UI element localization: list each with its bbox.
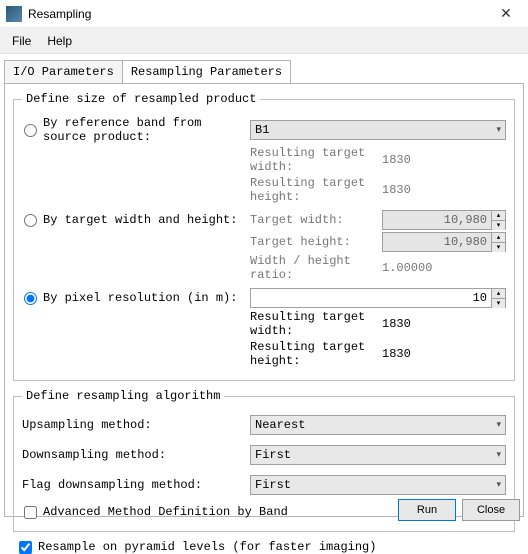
tabs: I/O Parameters Resampling Parameters xyxy=(4,60,524,83)
label-upsampling: Upsampling method: xyxy=(22,418,250,432)
target-width-spinner[interactable]: ▴▾ xyxy=(492,210,506,230)
close-icon[interactable]: ✕ xyxy=(490,2,522,26)
label-by-target-wh: By target width and height: xyxy=(43,213,237,227)
upsampling-select[interactable]: Nearest▾ xyxy=(250,415,506,435)
label-by-pixel-resolution: By pixel resolution (in m): xyxy=(43,291,237,305)
chevron-down-icon: ▾ xyxy=(496,480,501,490)
radio-by-pixel-resolution[interactable] xyxy=(24,292,37,305)
pixel-resolution-input[interactable]: 10 xyxy=(250,288,492,308)
chevron-down-icon: ▾ xyxy=(496,420,501,430)
tab-resampling-parameters[interactable]: Resampling Parameters xyxy=(122,60,291,83)
target-height-spinner[interactable]: ▴▾ xyxy=(492,232,506,252)
tab-panel: Define size of resampled product By refe… xyxy=(4,83,524,517)
flag-downsampling-select[interactable]: First▾ xyxy=(250,475,506,495)
pixel-resolution-spinner[interactable]: ▴▾ xyxy=(492,288,506,308)
radio-by-target-wh[interactable] xyxy=(24,214,37,227)
value-result-height-2: 1830 xyxy=(382,347,411,361)
chevron-down-icon: ▾ xyxy=(496,450,501,460)
target-width-input[interactable]: 10,980 xyxy=(382,210,492,230)
menu-help[interactable]: Help xyxy=(41,30,78,52)
label-downsampling: Downsampling method: xyxy=(22,448,250,462)
value-result-width: 1830 xyxy=(382,153,411,167)
value-ratio: 1.00000 xyxy=(382,261,432,275)
menu-bar: File Help xyxy=(0,28,528,54)
checkbox-resample-pyramid[interactable] xyxy=(19,541,32,554)
label-target-width: Target width: xyxy=(250,213,382,227)
tab-io-parameters[interactable]: I/O Parameters xyxy=(4,60,123,83)
algorithm-legend: Define resampling algorithm xyxy=(22,389,224,403)
value-result-height: 1830 xyxy=(382,183,411,197)
app-icon xyxy=(6,6,22,22)
menu-file[interactable]: File xyxy=(6,30,37,52)
downsampling-select[interactable]: First▾ xyxy=(250,445,506,465)
label-result-width: Resulting target width: xyxy=(250,146,382,174)
label-advanced-method: Advanced Method Definition by Band xyxy=(43,505,288,519)
label-result-height: Resulting target height: xyxy=(250,176,382,204)
label-flag-downsampling: Flag downsampling method: xyxy=(22,478,250,492)
value-result-width-2: 1830 xyxy=(382,317,411,331)
run-button[interactable]: Run xyxy=(398,499,456,521)
title-bar: Resampling ✕ xyxy=(0,0,528,28)
close-button[interactable]: Close xyxy=(462,499,520,521)
label-target-height: Target height: xyxy=(250,235,382,249)
size-legend: Define size of resampled product xyxy=(22,92,260,106)
label-resample-pyramid: Resample on pyramid levels (for faster i… xyxy=(38,540,376,554)
size-group: Define size of resampled product By refe… xyxy=(13,92,515,381)
label-by-reference-band: By reference band from source product: xyxy=(43,116,250,144)
label-ratio: Width / height ratio: xyxy=(250,254,382,282)
label-result-height-2: Resulting target height: xyxy=(250,340,382,368)
label-result-width-2: Resulting target width: xyxy=(250,310,382,338)
checkbox-advanced-method[interactable] xyxy=(24,506,37,519)
target-height-input[interactable]: 10,980 xyxy=(382,232,492,252)
button-bar: Run Close xyxy=(398,499,520,521)
window-title: Resampling xyxy=(28,7,91,21)
chevron-down-icon: ▾ xyxy=(496,125,501,135)
radio-by-reference-band[interactable] xyxy=(24,124,37,137)
reference-band-select[interactable]: B1 ▾ xyxy=(250,120,506,140)
